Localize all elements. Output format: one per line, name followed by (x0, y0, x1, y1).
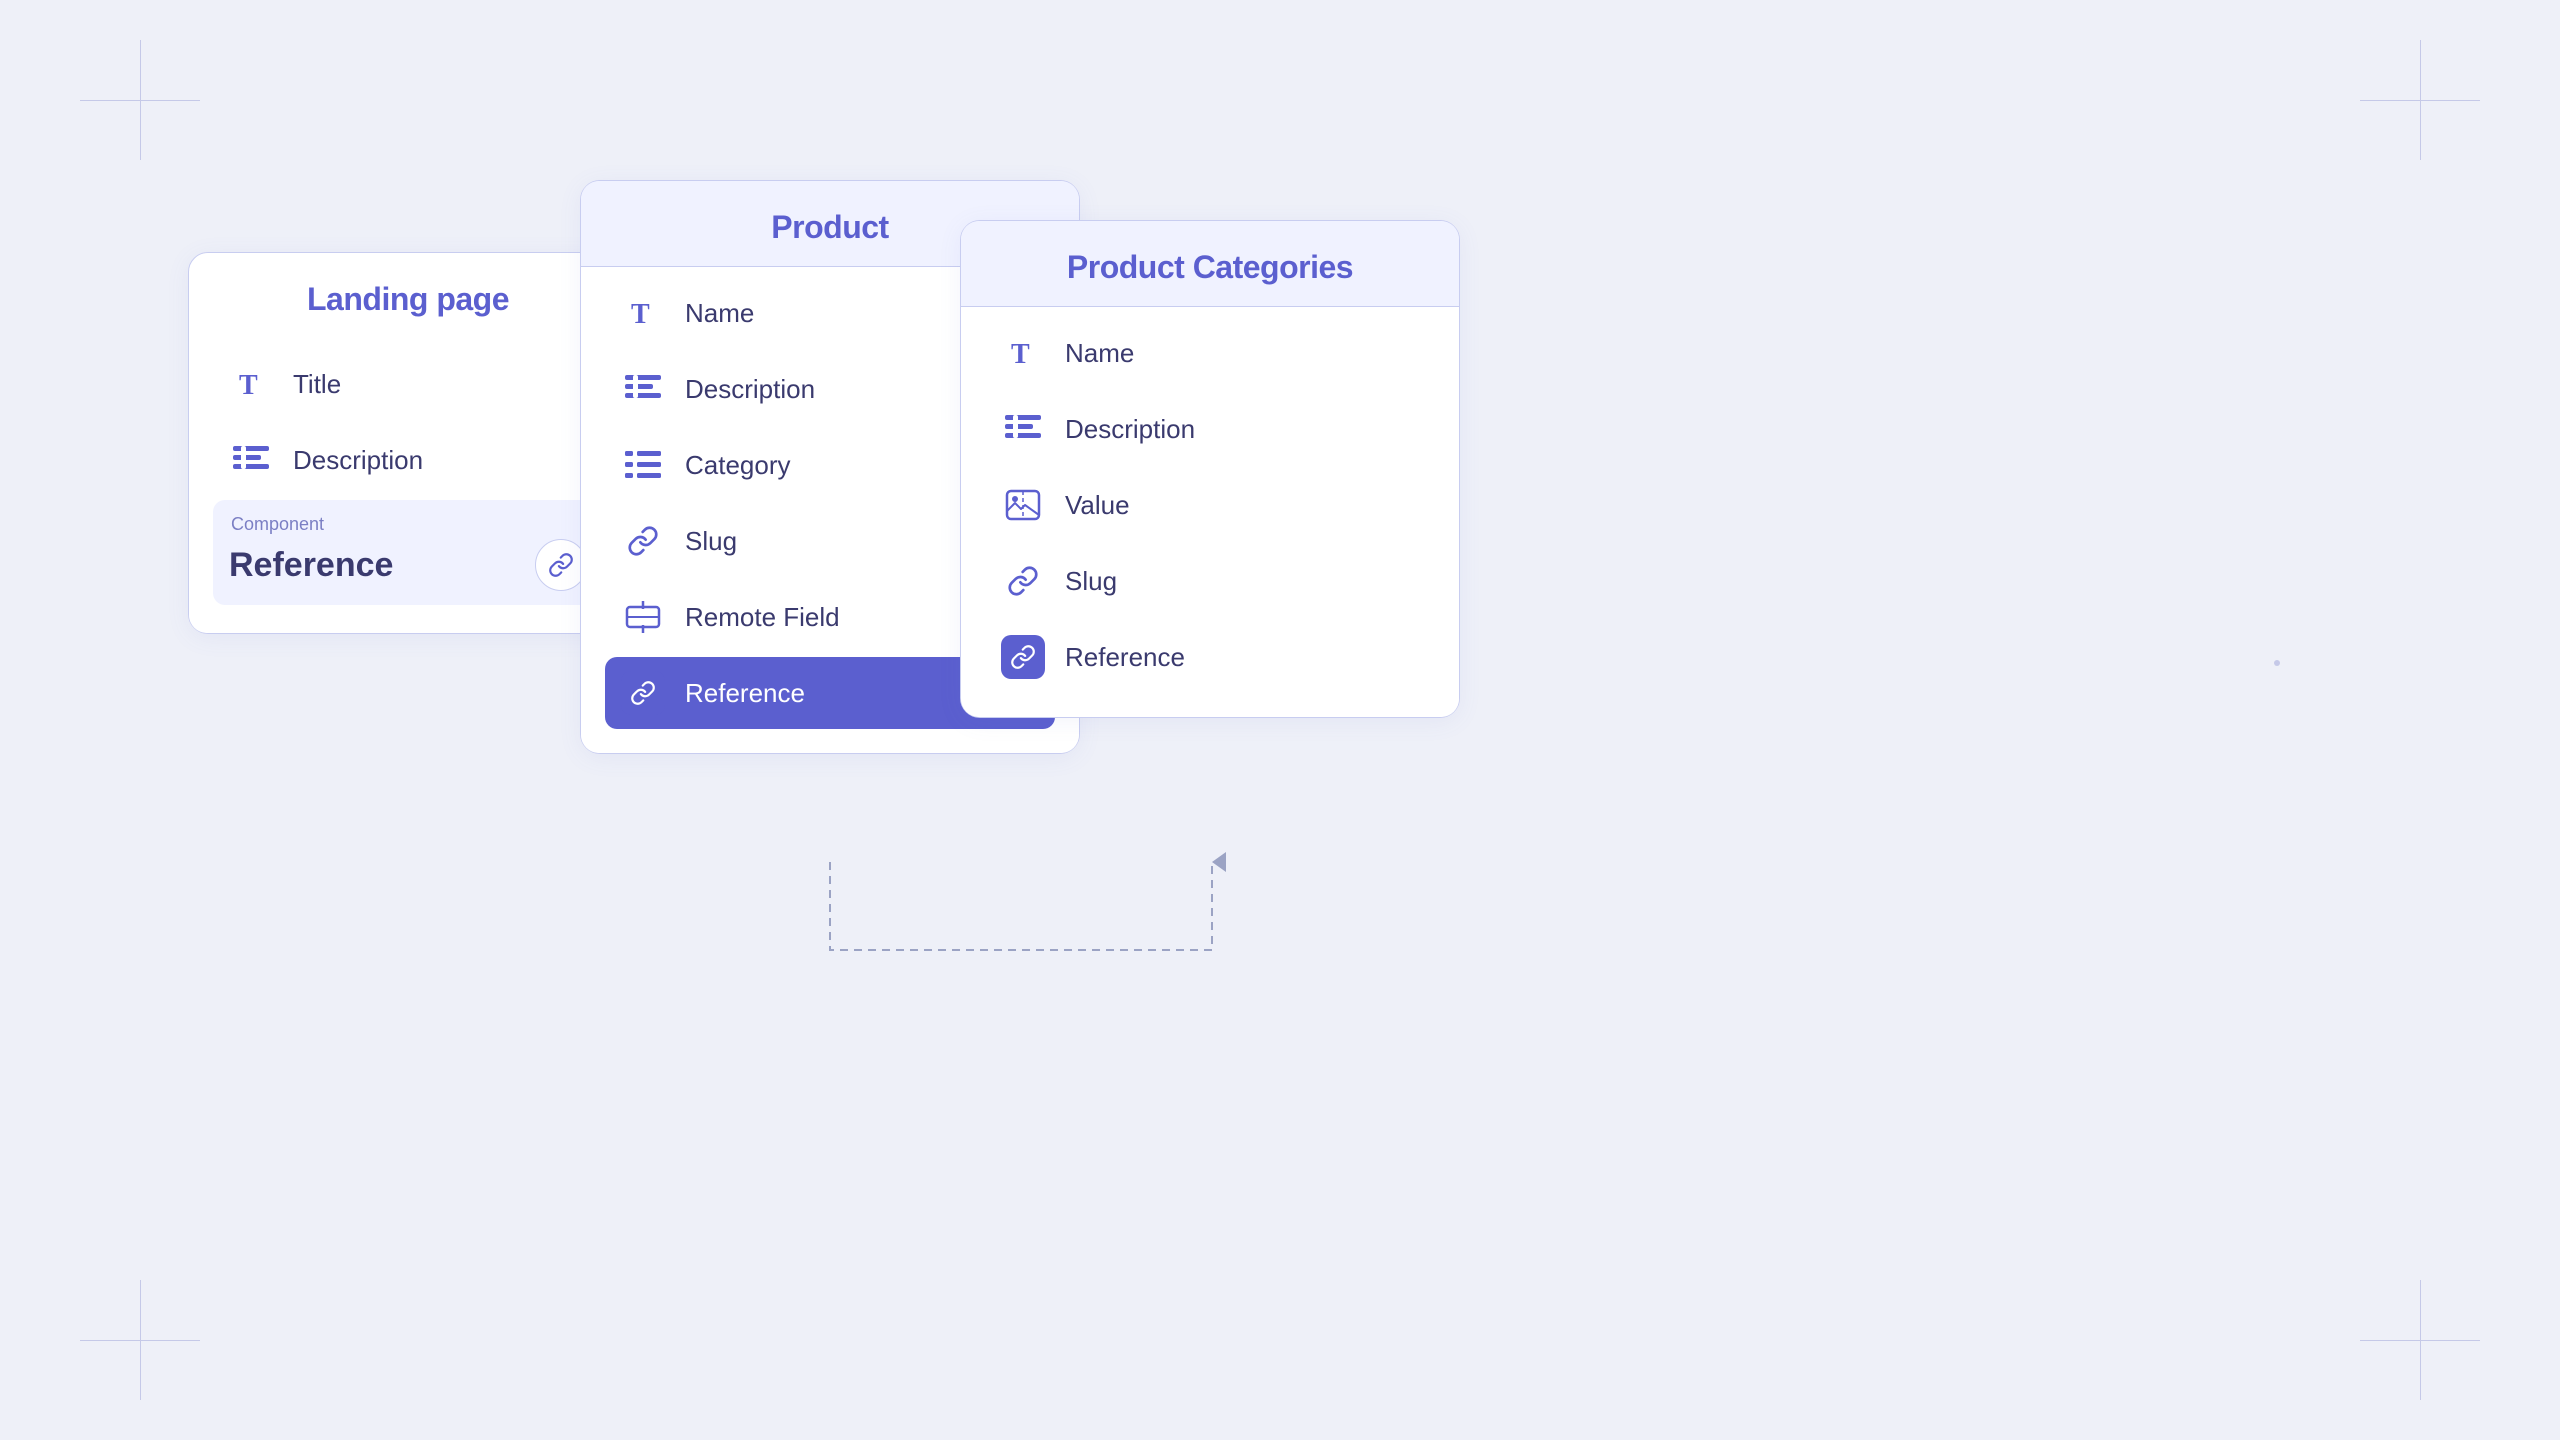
list-item: Slug (985, 545, 1435, 617)
product-categories-body: T Name Description (961, 307, 1459, 717)
product-categories-card: Product Categories T Name Description (960, 220, 1460, 718)
landing-page-card: Landing page T Title Description (188, 252, 628, 634)
field-label-title: Title (293, 369, 341, 400)
list-item: Description (213, 424, 603, 496)
reference-field-row: Reference (229, 539, 587, 591)
richtext-icon (1001, 407, 1045, 451)
field-label: Name (685, 298, 754, 329)
list-item: T Title (213, 348, 603, 420)
field-label: Slug (1065, 566, 1117, 597)
dot-decoration (2274, 660, 2280, 666)
field-label: Description (1065, 414, 1195, 445)
remotefield-icon (621, 595, 665, 639)
field-label: Value (1065, 490, 1130, 521)
field-label: Description (685, 374, 815, 405)
image-icon (1001, 483, 1045, 527)
list-item: Reference (985, 621, 1435, 693)
product-categories-title: Product Categories (961, 221, 1459, 307)
reference-active-icon (1001, 635, 1045, 679)
field-label: Reference (1065, 642, 1185, 673)
background-grid (0, 0, 2560, 1440)
list-item: T Name (985, 317, 1435, 389)
list-item: Description (985, 393, 1435, 465)
link-icon (1001, 559, 1045, 603)
reference-small-label: Component (231, 514, 587, 535)
text-icon: T (1001, 331, 1045, 375)
svg-text:T: T (631, 299, 650, 329)
field-label: Reference (685, 678, 805, 709)
svg-text:T: T (239, 370, 258, 400)
list-item: Value (985, 469, 1435, 541)
field-label-description: Description (293, 445, 423, 476)
richtext-icon (621, 367, 665, 411)
svg-text:T: T (1011, 339, 1030, 369)
list-icon (621, 443, 665, 487)
cross-decoration-tr (2360, 40, 2480, 160)
field-label: Category (685, 450, 791, 481)
cross-decoration-bl (80, 1280, 200, 1400)
text-icon: T (229, 362, 273, 406)
richtext-icon (229, 438, 273, 482)
reference-field-container: Component Reference (213, 500, 603, 605)
text-icon: T (621, 291, 665, 335)
link-icon (621, 519, 665, 563)
reference-field-text: Reference (229, 546, 393, 585)
field-label: Slug (685, 526, 737, 557)
landing-page-title: Landing page (189, 253, 627, 338)
cross-decoration-br (2360, 1280, 2480, 1400)
landing-page-body: T Title Description Component Reference (189, 338, 627, 633)
field-label: Remote Field (685, 602, 840, 633)
connections-layer (0, 0, 2560, 1440)
cross-decoration-tl (80, 40, 200, 160)
field-label: Name (1065, 338, 1134, 369)
reference-active-icon (621, 671, 665, 715)
